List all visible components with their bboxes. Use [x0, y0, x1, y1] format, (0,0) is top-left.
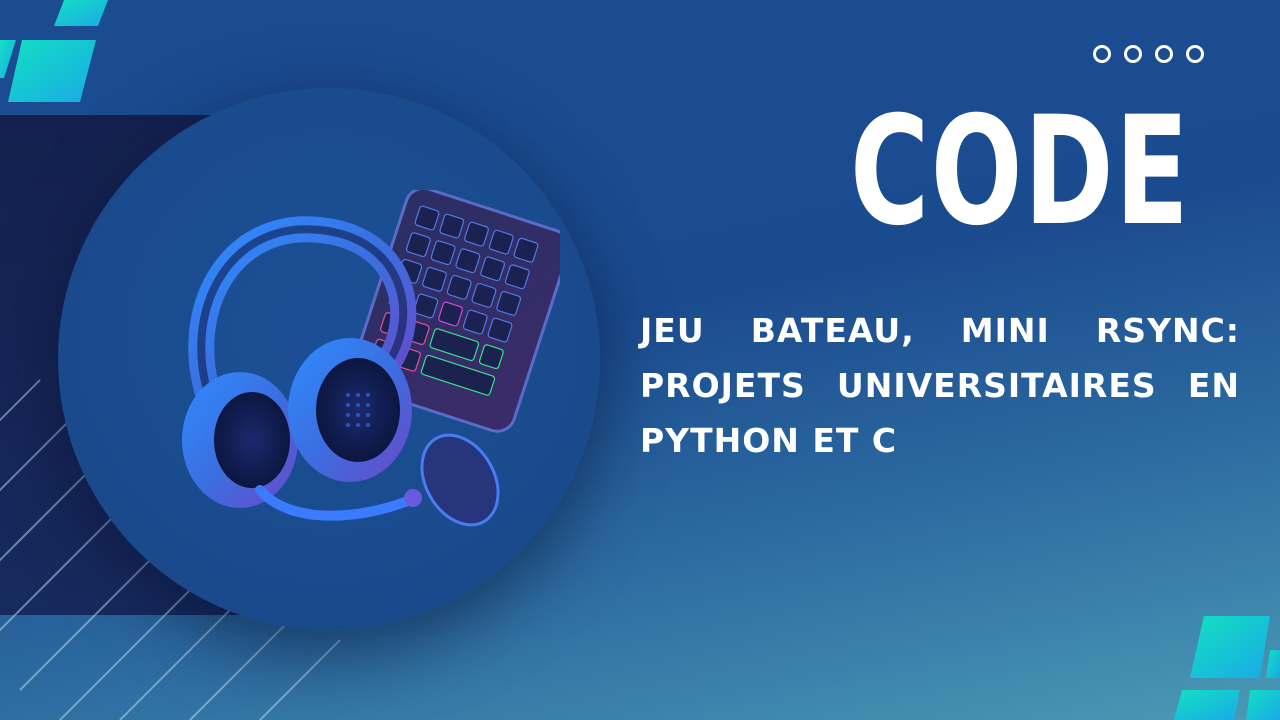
slide-subtitle: JEU BATEAU, MINI RSYNC: PROJETS UNIVERSI…: [640, 311, 1240, 460]
gaming-gear-icon: [182, 190, 560, 527]
slide-title: CODE: [850, 85, 1191, 259]
slide-canvas: CODE JEU BATEAU, MINI RSYNC: PROJETS UNI…: [0, 0, 1280, 720]
pagination-dots: [1093, 45, 1204, 63]
dot-icon: [1093, 45, 1111, 63]
dot-icon: [1186, 45, 1204, 63]
bottom-right-accent-tiles: [1174, 616, 1280, 720]
dot-icon: [1124, 45, 1142, 63]
dot-icon: [1155, 45, 1173, 63]
